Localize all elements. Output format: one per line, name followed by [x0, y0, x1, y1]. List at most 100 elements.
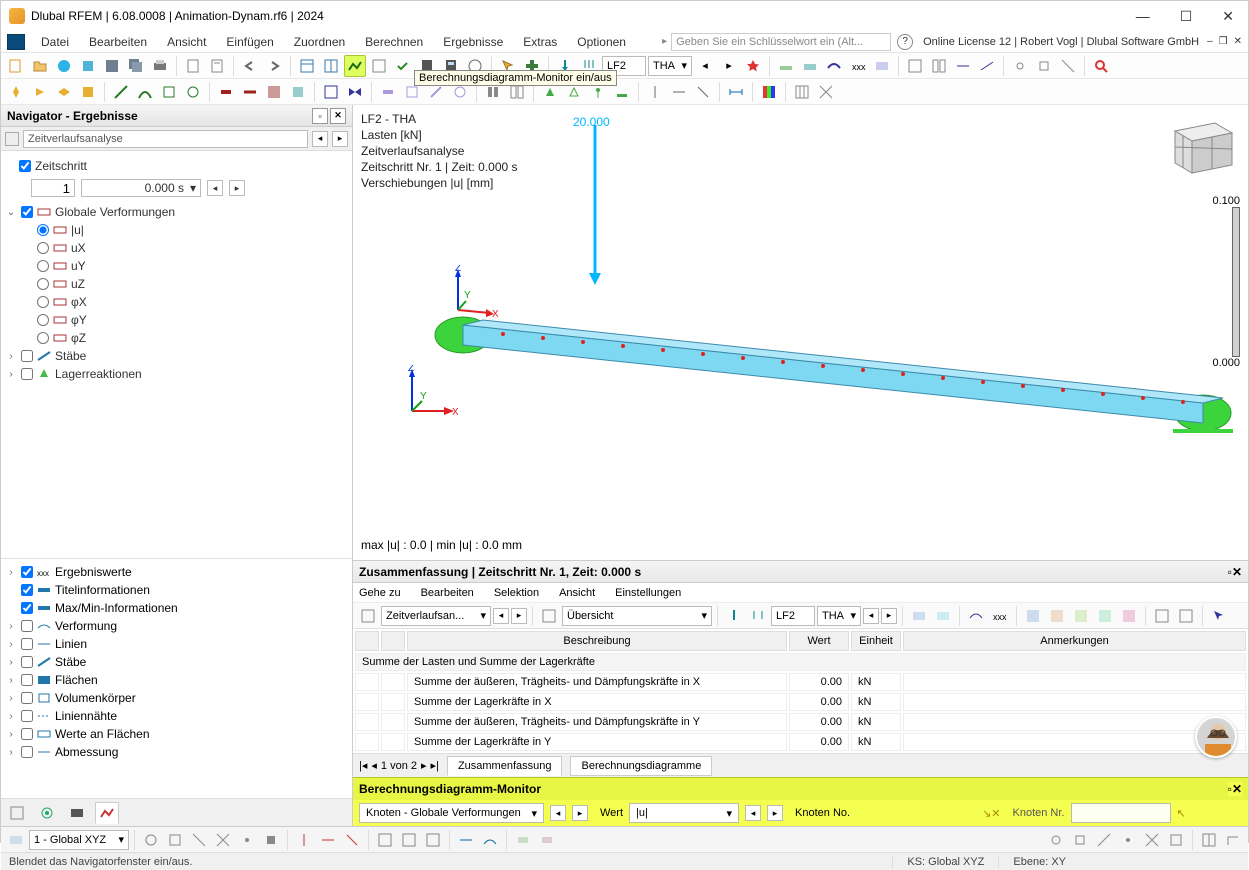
tb2-fea-icon[interactable] — [815, 81, 837, 103]
st-3-icon[interactable] — [188, 829, 210, 851]
page-prev-icon[interactable]: ◂ — [371, 759, 377, 772]
mon-c1-prev[interactable]: ◂ — [550, 805, 566, 821]
st-4-icon[interactable] — [212, 829, 234, 851]
tb2-9-icon[interactable] — [215, 81, 237, 103]
snap1-icon[interactable] — [1009, 55, 1031, 77]
globaldef-check[interactable] — [21, 206, 33, 218]
print-icon[interactable] — [149, 55, 171, 77]
page-last-icon[interactable]: ▸| — [431, 759, 439, 772]
tb2-8-icon[interactable] — [182, 81, 204, 103]
tb2-11-icon[interactable] — [263, 81, 285, 103]
def-uz-radio[interactable] — [37, 278, 49, 290]
open-icon[interactable] — [29, 55, 51, 77]
lc-next-icon[interactable]: ▸ — [718, 55, 740, 77]
st-snap2-icon[interactable] — [1069, 829, 1091, 851]
st-11-icon[interactable] — [398, 829, 420, 851]
st-9-icon[interactable] — [341, 829, 363, 851]
menu-bearbeiten[interactable]: Bearbeiten — [79, 35, 157, 49]
reactions-check[interactable] — [21, 368, 33, 380]
table-icon[interactable] — [296, 55, 318, 77]
def-u-radio[interactable] — [37, 224, 49, 236]
view-cube-icon[interactable] — [1160, 111, 1240, 181]
star-icon[interactable] — [742, 55, 764, 77]
menu-einfuegen[interactable]: Einfügen — [216, 35, 283, 49]
st-ortho-icon[interactable] — [1222, 829, 1244, 851]
table-row[interactable]: Summe der äußeren, Trägheits- und Dämpfu… — [355, 713, 1246, 731]
sum-r9-icon[interactable] — [1118, 605, 1140, 627]
sum-r2-icon[interactable] — [932, 605, 954, 627]
sum-load-icon[interactable] — [723, 605, 745, 627]
table-row[interactable]: Summe der Lagerkräfte in X0.00kN — [355, 693, 1246, 711]
monitor-combo1[interactable]: Knoten - Globale Verformungen▾ — [359, 803, 544, 823]
tb2-dim-icon[interactable] — [725, 81, 747, 103]
res2-icon[interactable] — [799, 55, 821, 77]
def-ux-radio[interactable] — [37, 242, 49, 254]
close-button[interactable]: ✕ — [1216, 8, 1240, 25]
sum-r7-icon[interactable] — [1070, 605, 1092, 627]
view-icon[interactable] — [368, 55, 390, 77]
page-first-icon[interactable]: |◂ — [359, 759, 367, 772]
save-icon[interactable] — [101, 55, 123, 77]
save-all-icon[interactable] — [125, 55, 147, 77]
res5-icon[interactable] — [871, 55, 893, 77]
st-12-icon[interactable] — [422, 829, 444, 851]
st-snap5-icon[interactable] — [1141, 829, 1163, 851]
tb2-7-icon[interactable] — [158, 81, 180, 103]
menu-optionen[interactable]: Optionen — [567, 35, 636, 49]
sum-c1-prev[interactable]: ◂ — [493, 608, 509, 624]
loadcase-type-combo[interactable]: THA▾ — [648, 56, 692, 76]
tree-expand-globaldef[interactable]: ⌄ — [5, 207, 17, 218]
sum-type-combo[interactable]: THA▾ — [817, 606, 861, 626]
st-13-icon[interactable] — [455, 829, 477, 851]
tab-zusammenfassung[interactable]: Zusammenfassung — [447, 756, 563, 776]
menu-extras[interactable]: Extras — [513, 35, 567, 49]
sum-c1-next[interactable]: ▸ — [511, 608, 527, 624]
st-snap1-icon[interactable] — [1045, 829, 1067, 851]
st-snap6-icon[interactable] — [1165, 829, 1187, 851]
sum-r1-icon[interactable] — [908, 605, 930, 627]
def-phiz-radio[interactable] — [37, 332, 49, 344]
sum-r12-icon[interactable] — [1208, 605, 1230, 627]
sum-r11-icon[interactable] — [1175, 605, 1197, 627]
sum-lc-next[interactable]: ▸ — [881, 608, 897, 624]
win2-icon[interactable] — [928, 55, 950, 77]
tb2-10-icon[interactable] — [239, 81, 261, 103]
sum-tb1-icon[interactable] — [357, 605, 379, 627]
table-row[interactable]: Summe der Lagerkräfte in Y0.00kN — [355, 733, 1246, 751]
def-phix-radio[interactable] — [37, 296, 49, 308]
tb2-15-icon[interactable] — [377, 81, 399, 103]
st-16-icon[interactable] — [536, 829, 558, 851]
check-icon[interactable] — [392, 55, 414, 77]
st-grid-icon[interactable] — [1198, 829, 1220, 851]
st-snap3-icon[interactable] — [1093, 829, 1115, 851]
tb2-arr2-icon[interactable] — [668, 81, 690, 103]
table2-icon[interactable] — [320, 55, 342, 77]
st-10-icon[interactable] — [374, 829, 396, 851]
res3-icon[interactable] — [823, 55, 845, 77]
app-menu-icon[interactable] — [7, 34, 25, 50]
timestep-prev[interactable]: ◂ — [207, 180, 223, 196]
tb2-14-icon[interactable] — [344, 81, 366, 103]
lc-prev-icon[interactable]: ◂ — [694, 55, 716, 77]
keyword-search-input[interactable]: Geben Sie ein Schlüsselwort ein (Alt... — [671, 33, 891, 51]
nav-tab-display[interactable] — [35, 802, 59, 824]
st-8-icon[interactable] — [317, 829, 339, 851]
st-2-icon[interactable] — [164, 829, 186, 851]
sum-r3-icon[interactable] — [965, 605, 987, 627]
tb2-13-icon[interactable] — [320, 81, 342, 103]
doc-icon[interactable] — [206, 55, 228, 77]
menu-datei[interactable]: Datei — [31, 35, 79, 49]
res1-icon[interactable] — [775, 55, 797, 77]
tb2-3-icon[interactable] — [53, 81, 75, 103]
tree-expand-members[interactable]: › — [5, 351, 17, 362]
menu-ergebnisse[interactable]: Ergebnisse — [433, 35, 513, 49]
tb2-col-icon[interactable] — [758, 81, 780, 103]
sum-loads-icon[interactable] — [747, 605, 769, 627]
timestep-next[interactable]: ▸ — [229, 180, 245, 196]
timestep-num-input[interactable] — [31, 179, 75, 197]
new-icon[interactable] — [5, 55, 27, 77]
tab-berechnungsdiagramme[interactable]: Berechnungsdiagramme — [570, 756, 712, 776]
mon-pick2-icon[interactable]: ↖ — [1177, 807, 1186, 820]
st-1-icon[interactable] — [140, 829, 162, 851]
tb2-4-icon[interactable] — [77, 81, 99, 103]
